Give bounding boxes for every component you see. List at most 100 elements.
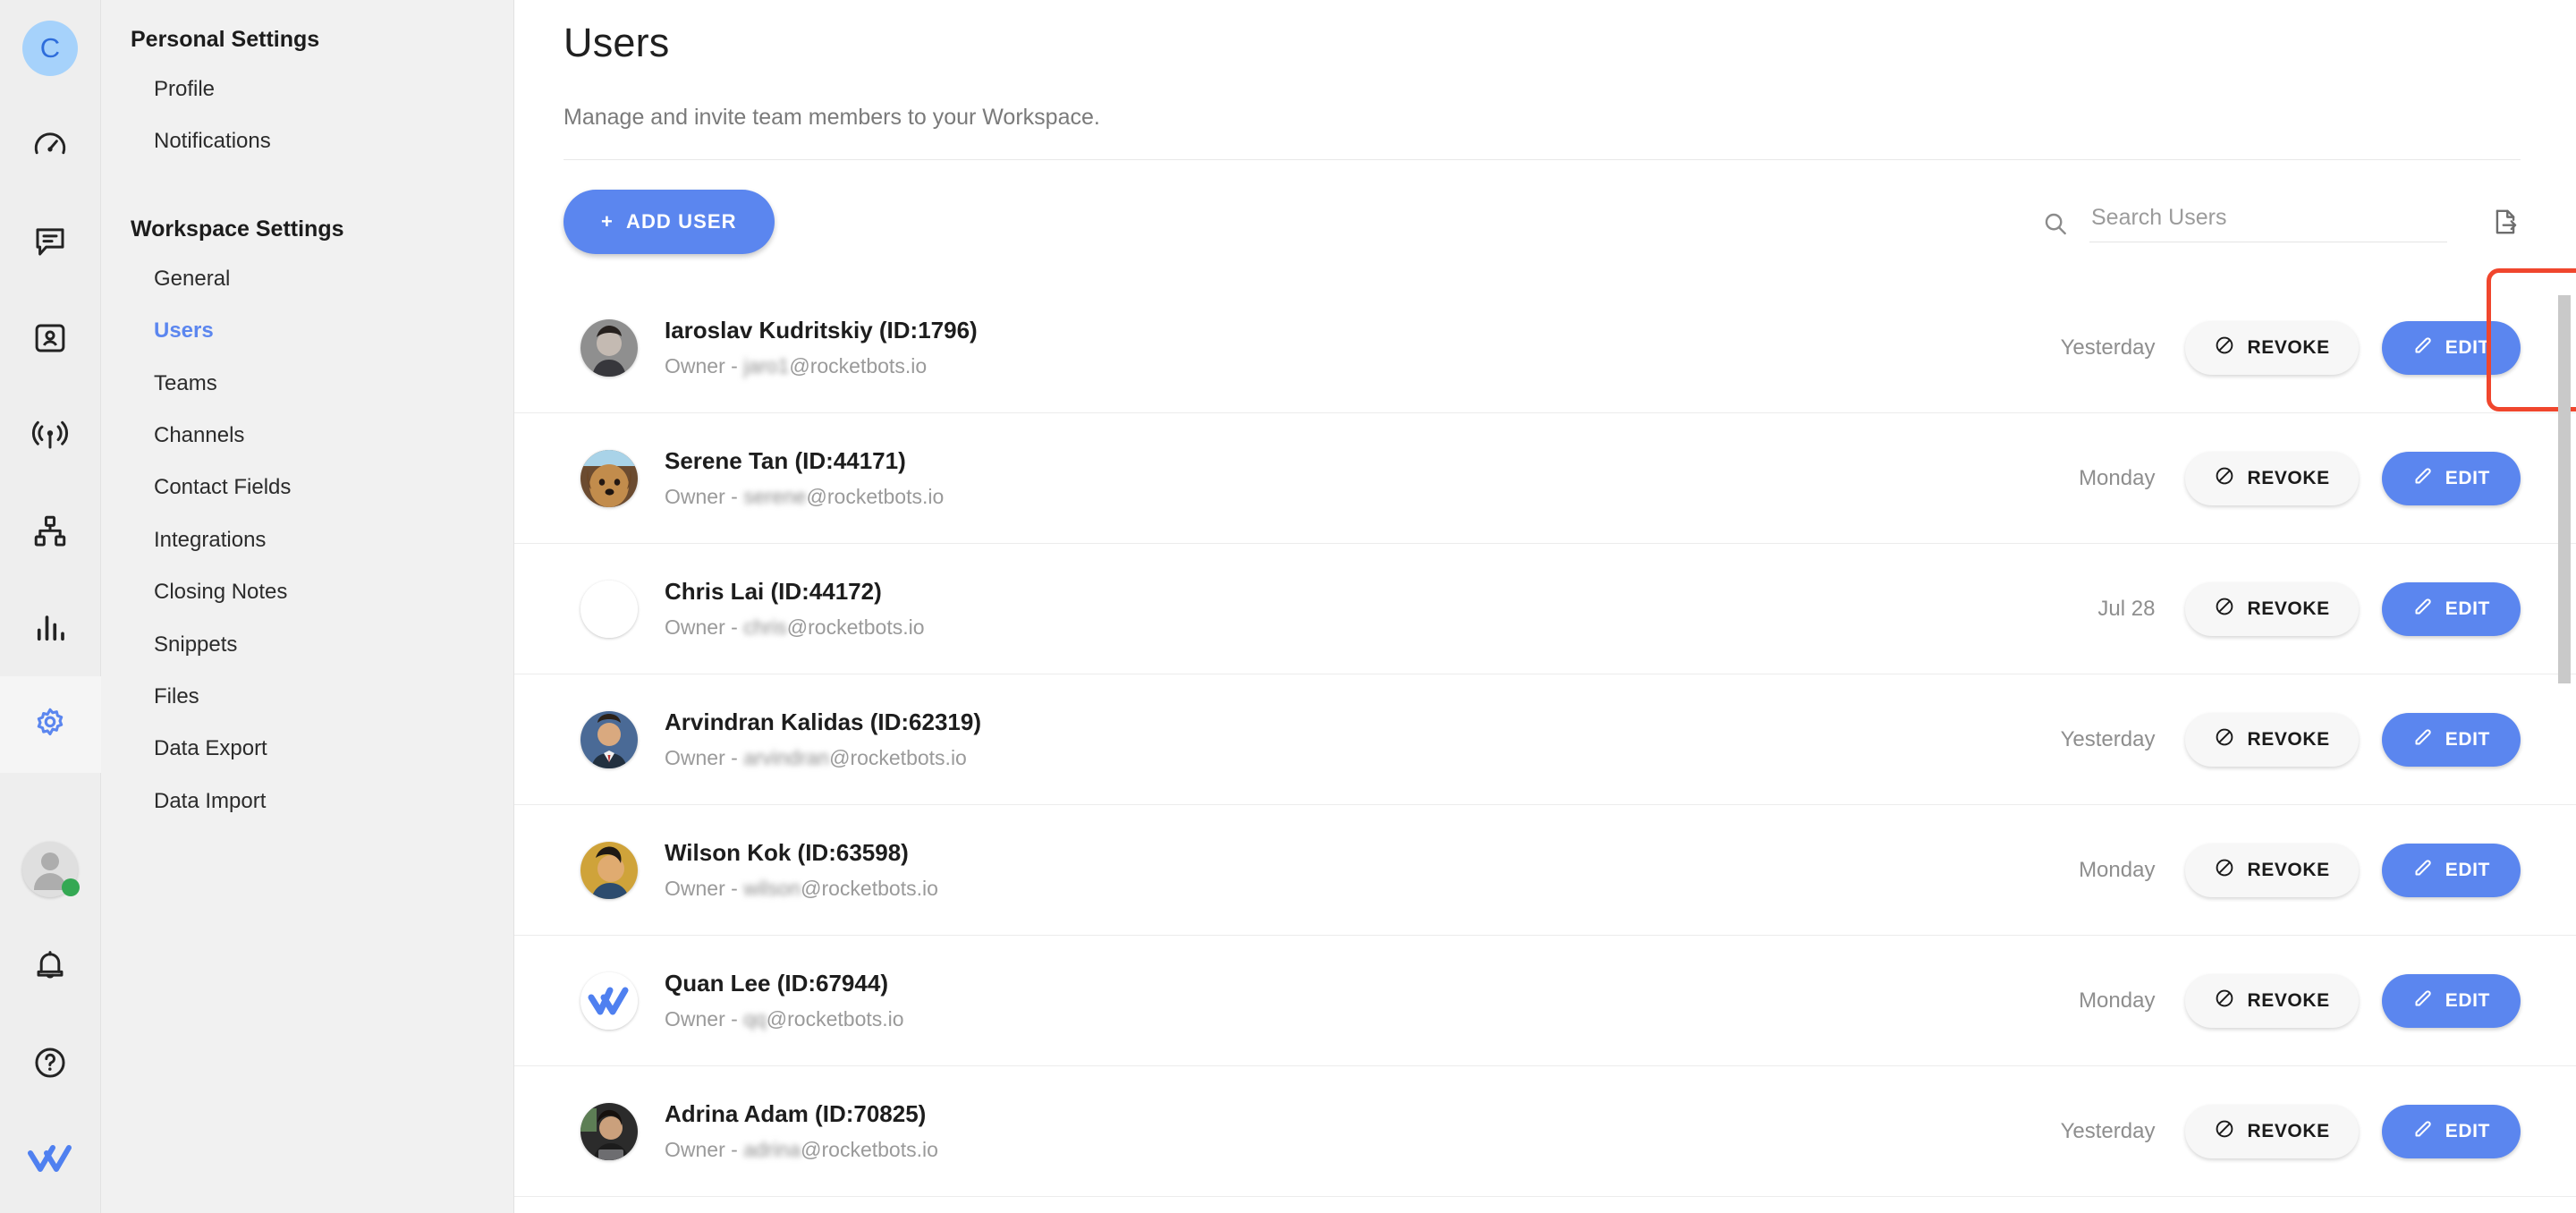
edit-label: EDIT	[2445, 728, 2490, 750]
icon-rail-top: C	[0, 0, 101, 773]
table-row[interactable]: Wilson Kok (ID:63598) Owner - wilson@roc…	[514, 805, 2576, 936]
revoke-label: REVOKE	[2247, 728, 2330, 750]
users-list: Iaroslav Kudritskiy (ID:1796) Owner - ja…	[514, 268, 2576, 1197]
table-row[interactable]: Arvindran Kalidas (ID:62319) Owner - arv…	[514, 674, 2576, 805]
sidebar-item-integrations[interactable]: Integrations	[101, 514, 513, 566]
user-info: Chris Lai (ID:44172) Owner - chris@rocke…	[665, 578, 925, 640]
sidebar-item-closing-notes[interactable]: Closing Notes	[101, 566, 513, 618]
edit-button[interactable]: EDIT	[2381, 451, 2521, 505]
search-box	[2041, 201, 2447, 242]
revoke-button[interactable]: REVOKE	[2185, 973, 2359, 1028]
icon-rail: C	[0, 0, 101, 1213]
edit-button[interactable]: EDIT	[2381, 581, 2521, 636]
rail-item-notifications[interactable]	[0, 918, 101, 1014]
user-info: Serene Tan (ID:44171) Owner - serene@roc…	[665, 447, 944, 510]
masked-email-local: jaro1	[743, 354, 790, 378]
last-seen-timestamp: Monday	[2079, 465, 2156, 490]
page-subtitle: Manage and invite team members to your W…	[564, 105, 1100, 130]
last-seen-timestamp: Yesterday	[2060, 335, 2156, 360]
rail-item-workflows[interactable]	[0, 483, 101, 580]
sidebar-item-teams[interactable]: Teams	[101, 358, 513, 410]
user-role: Owner	[665, 354, 725, 378]
avatar-logo-checks	[580, 971, 638, 1030]
rail-item-settings[interactable]	[0, 676, 101, 773]
rail-item-help[interactable]	[0, 1014, 101, 1111]
settings-nav: Personal Settings Profile Notifications …	[101, 0, 514, 1213]
avatar	[580, 841, 638, 899]
edit-button[interactable]: EDIT	[2381, 712, 2521, 767]
export-file-icon[interactable]	[2490, 207, 2521, 237]
reports-bar-chart-icon	[31, 609, 69, 647]
app-root: C Personal Settings Profile Notification…	[0, 0, 2576, 1213]
page-title: Users	[564, 20, 670, 65]
pencil-icon	[2412, 1118, 2434, 1145]
block-icon	[2214, 1118, 2235, 1145]
edit-button[interactable]: EDIT	[2381, 843, 2521, 897]
rail-item-dashboard[interactable]	[0, 97, 101, 193]
revoke-button[interactable]: REVOKE	[2185, 321, 2359, 375]
scrollbar-thumb[interactable]	[2558, 295, 2571, 683]
rail-item-reports[interactable]	[0, 580, 101, 676]
edit-button[interactable]: EDIT	[2381, 321, 2521, 375]
table-row[interactable]: Iaroslav Kudritskiy (ID:1796) Owner - ja…	[514, 268, 2576, 413]
table-row[interactable]: Chris Lai (ID:44172) Owner - chris@rocke…	[514, 544, 2576, 674]
revoke-label: REVOKE	[2247, 598, 2330, 619]
sidebar-item-users[interactable]: Users	[101, 305, 513, 357]
add-user-button[interactable]: + ADD USER	[564, 190, 775, 254]
contacts-card-icon	[31, 319, 69, 357]
row-actions: Monday REVOKE EDIT	[2079, 973, 2521, 1028]
sidebar-item-general[interactable]: General	[101, 253, 513, 305]
email-domain: @rocketbots.io	[829, 745, 967, 769]
user-email: Owner - arvindran@rocketbots.io	[665, 745, 967, 769]
rail-item-contacts[interactable]	[0, 290, 101, 386]
list-scrollbar[interactable]	[2558, 295, 2571, 1213]
block-icon	[2214, 857, 2235, 884]
user-info: Quan Lee (ID:67944) Owner - qq@rocketbot…	[665, 970, 904, 1032]
rail-item-messages[interactable]	[0, 193, 101, 290]
user-role: Owner	[665, 876, 725, 900]
sidebar-item-contact-fields[interactable]: Contact Fields	[101, 462, 513, 513]
avatar	[580, 580, 638, 638]
sidebar-item-channels[interactable]: Channels	[101, 410, 513, 462]
sidebar-item-data-export[interactable]: Data Export	[101, 723, 513, 775]
masked-email-local: arvindran	[743, 745, 830, 769]
search-input[interactable]	[2089, 201, 2447, 242]
icon-rail-bottom	[0, 821, 100, 1213]
user-name: Adrina Adam (ID:70825)	[665, 1099, 927, 1127]
user-email: Owner - chris@rocketbots.io	[665, 615, 925, 639]
sidebar-item-files[interactable]: Files	[101, 671, 513, 723]
workflows-hierarchy-icon	[31, 513, 69, 550]
edit-button[interactable]: EDIT	[2381, 1104, 2521, 1158]
avatar	[580, 1102, 638, 1160]
workspace-switcher[interactable]: C	[0, 0, 101, 97]
user-name: Serene Tan (ID:44171)	[665, 446, 906, 474]
table-row[interactable]: Quan Lee (ID:67944) Owner - qq@rocketbot…	[514, 936, 2576, 1066]
email-domain: @rocketbots.io	[801, 876, 938, 900]
revoke-button[interactable]: REVOKE	[2185, 451, 2359, 505]
table-row[interactable]: Adrina Adam (ID:70825) Owner - adrina@ro…	[514, 1066, 2576, 1197]
help-question-icon	[31, 1044, 69, 1082]
edit-button[interactable]: EDIT	[2381, 973, 2521, 1028]
revoke-button[interactable]: REVOKE	[2185, 712, 2359, 767]
sidebar-item-data-import[interactable]: Data Import	[101, 776, 513, 827]
table-row[interactable]: Serene Tan (ID:44171) Owner - serene@roc…	[514, 413, 2576, 544]
search-icon	[2041, 209, 2070, 242]
revoke-button[interactable]: REVOKE	[2185, 1104, 2359, 1158]
avatar	[580, 971, 638, 1030]
avatar-photo-person-yellow	[580, 841, 638, 899]
sidebar-item-notifications[interactable]: Notifications	[101, 115, 513, 167]
revoke-button[interactable]: REVOKE	[2185, 843, 2359, 897]
row-actions: Yesterday REVOKE EDIT	[2061, 321, 2521, 375]
rail-item-account[interactable]	[0, 821, 101, 918]
user-name: Iaroslav Kudritskiy (ID:1796)	[665, 317, 978, 344]
block-icon	[2214, 988, 2235, 1014]
user-email: Owner - jaro1@rocketbots.io	[665, 354, 928, 378]
edit-label: EDIT	[2445, 989, 2490, 1011]
row-actions: Monday REVOKE EDIT	[2079, 451, 2521, 505]
sidebar-item-snippets[interactable]: Snippets	[101, 619, 513, 671]
revoke-button[interactable]: REVOKE	[2185, 581, 2359, 636]
avatar	[580, 710, 638, 768]
sidebar-item-profile[interactable]: Profile	[101, 64, 513, 115]
rail-item-broadcasts[interactable]	[0, 386, 101, 483]
masked-email-local: chris	[743, 615, 787, 639]
